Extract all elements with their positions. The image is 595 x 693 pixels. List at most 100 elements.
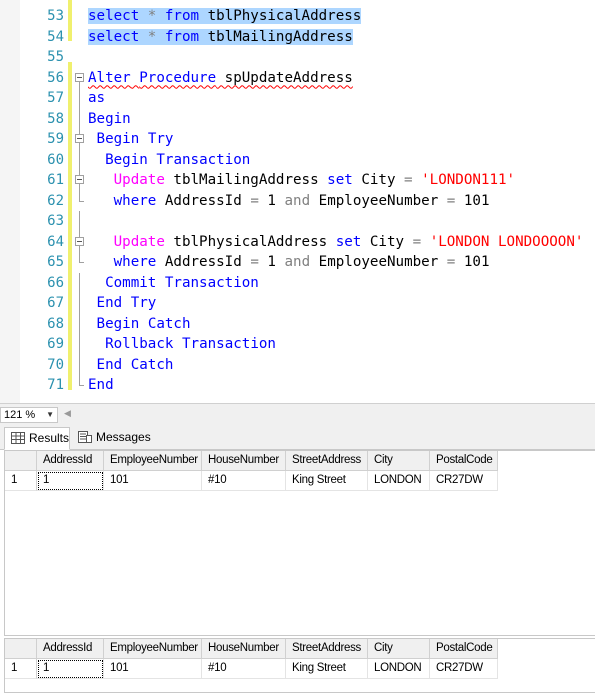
table-cell[interactable]: LONDON <box>368 659 430 679</box>
results-grid-2[interactable]: AddressId EmployeeNumber HouseNumber Street… <box>4 638 595 693</box>
code-line[interactable]: 53 select * from tblPhysicalAddress <box>0 6 595 27</box>
code-token: from <box>164 8 200 24</box>
column-header[interactable]: StreetAddress <box>286 639 368 659</box>
code-text[interactable]: Begin Catch <box>88 314 191 334</box>
column-header[interactable]: City <box>368 639 430 659</box>
fold-guide <box>75 88 85 109</box>
column-header[interactable]: PostalCode <box>430 451 498 471</box>
code-text[interactable]: Update tblMailingAddress set City = 'LON… <box>88 170 515 190</box>
fold-end <box>75 190 85 211</box>
table-cell[interactable]: King Street <box>286 659 368 679</box>
code-line[interactable]: 65 where AddressId = 1 and EmployeeNumbe… <box>0 252 595 273</box>
code-line[interactable]: 70 End Catch <box>0 354 595 376</box>
fold-guide <box>75 272 85 294</box>
fold-guide <box>75 334 85 355</box>
table-cell[interactable]: #10 <box>202 659 286 679</box>
table-cell[interactable]: 1 <box>37 659 104 679</box>
code-line[interactable]: 62 where AddressId = 1 and EmployeeNumbe… <box>0 190 595 212</box>
code-token: Rollback <box>105 336 174 352</box>
code-text[interactable]: Commit Transaction <box>88 273 259 293</box>
code-text[interactable]: End <box>88 375 114 395</box>
line-number: 70 <box>47 356 64 373</box>
column-header[interactable]: HouseNumber <box>202 639 286 659</box>
column-header[interactable]: PostalCode <box>430 639 498 659</box>
table-cell[interactable]: CR27DW <box>430 471 498 491</box>
code-token: tblPhysicalAddress <box>199 8 362 24</box>
code-line[interactable]: 69 Rollback Transaction <box>0 334 595 355</box>
tab-results[interactable]: Results <box>4 427 70 450</box>
table-cell[interactable]: 101 <box>104 659 202 679</box>
code-text[interactable]: where AddressId = 1 and EmployeeNumber =… <box>88 252 490 272</box>
code-line[interactable]: 71 End <box>0 375 595 396</box>
row-number[interactable]: 1 <box>5 659 37 679</box>
chevron-down-icon[interactable]: ▼ <box>46 408 54 422</box>
table-cell[interactable]: 1 <box>37 471 104 491</box>
messages-icon <box>78 431 92 443</box>
code-text[interactable]: Begin <box>88 109 131 129</box>
collapse-icon[interactable] <box>75 129 85 150</box>
line-number: 58 <box>47 110 64 127</box>
code-token: and <box>284 254 311 270</box>
code-text[interactable]: where AddressId = 1 and EmployeeNumber =… <box>88 191 490 211</box>
column-header[interactable]: AddressId <box>37 639 104 659</box>
zoom-select[interactable]: 121 % ▼ <box>0 407 58 423</box>
scroll-left-icon[interactable]: ◀ <box>64 408 71 419</box>
results-grid-1[interactable]: AddressId EmployeeNumber HouseNumber Street… <box>4 450 595 636</box>
table-cell[interactable]: King Street <box>286 471 368 491</box>
grid-corner[interactable] <box>5 639 37 659</box>
collapse-icon[interactable] <box>75 231 85 253</box>
code-line[interactable]: 57 as <box>0 88 595 109</box>
code-line[interactable]: 64 Update tblPhysicalAddress set City = … <box>0 231 595 253</box>
code-text[interactable]: End Try <box>88 293 157 313</box>
code-token: End <box>96 295 123 311</box>
table-cell[interactable]: #10 <box>202 471 286 491</box>
code-text[interactable]: End Catch <box>88 355 174 375</box>
row-number[interactable]: 1 <box>5 471 37 491</box>
fold-guide <box>75 293 85 314</box>
column-header[interactable]: EmployeeNumber <box>104 451 202 471</box>
line-number: 60 <box>47 151 64 168</box>
column-header[interactable]: City <box>368 451 430 471</box>
code-line[interactable]: 67 End Try <box>0 293 595 314</box>
column-header[interactable]: StreetAddress <box>286 451 368 471</box>
code-text[interactable]: Update tblPhysicalAddress set City = 'LO… <box>88 232 584 252</box>
code-text[interactable]: Alter Procedure spUpdateAddress <box>88 68 353 88</box>
collapse-icon[interactable] <box>75 170 85 191</box>
grid-corner[interactable] <box>5 451 37 471</box>
code-line[interactable]: 58 Begin <box>0 108 595 130</box>
code-token: as <box>88 90 106 106</box>
column-header[interactable]: EmployeeNumber <box>104 639 202 659</box>
code-line[interactable]: 66 Commit Transaction <box>0 272 595 294</box>
code-text[interactable]: Begin Try <box>88 129 174 149</box>
table-cell[interactable]: CR27DW <box>430 659 498 679</box>
code-text[interactable]: select * from tblMailingAddress <box>88 27 353 47</box>
query-editor[interactable]: 53 select * from tblPhysicalAddress 54 sele… <box>0 0 595 403</box>
code-text[interactable]: Begin Transaction <box>88 150 250 170</box>
code-text[interactable]: as <box>88 88 105 108</box>
table-cell[interactable]: 101 <box>104 471 202 491</box>
code-line[interactable]: 55 <box>0 47 595 68</box>
code-line[interactable]: 68 Begin Catch <box>0 313 595 335</box>
code-text[interactable]: Rollback Transaction <box>88 334 276 354</box>
column-header[interactable]: HouseNumber <box>202 451 286 471</box>
code-line[interactable]: 56 Alter Procedure spUpdateAddress <box>0 68 595 89</box>
table-cell[interactable]: LONDON <box>368 471 430 491</box>
tab-messages[interactable]: Messages <box>72 427 152 450</box>
code-text[interactable]: select * from tblPhysicalAddress <box>88 6 362 26</box>
column-header[interactable]: AddressId <box>37 451 104 471</box>
code-token: Transaction <box>156 151 251 168</box>
code-token: 1 <box>258 254 285 270</box>
collapse-icon[interactable] <box>75 68 85 89</box>
line-number: 56 <box>47 69 64 86</box>
code-line[interactable]: 60 Begin Transaction <box>0 149 595 171</box>
line-number: 71 <box>47 377 64 393</box>
code-line[interactable]: 54 select * from tblMailingAddress <box>0 27 595 48</box>
code-line[interactable]: 61 Update tblMailingAddress set City = '… <box>0 170 595 191</box>
code-line[interactable]: 63 <box>0 211 595 232</box>
code-line[interactable]: 59 Begin Try <box>0 129 595 150</box>
